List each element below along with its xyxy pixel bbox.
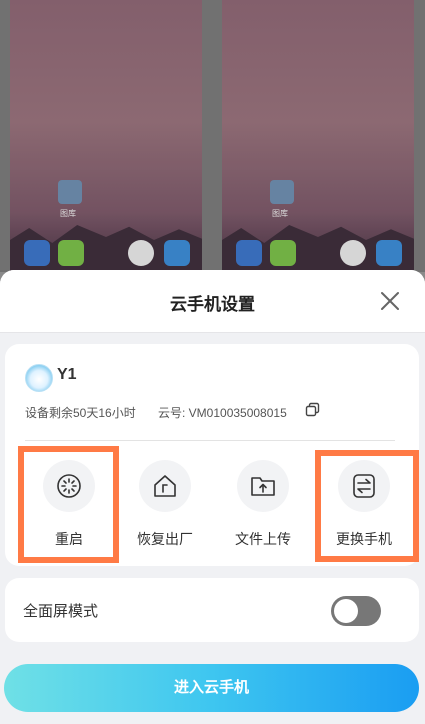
dim-overlay: [0, 0, 425, 272]
fullscreen-card: 全面屏模式: [5, 578, 419, 642]
highlight-box-switch-phone: [315, 450, 419, 562]
close-icon[interactable]: [379, 290, 401, 312]
upload-folder-icon: [251, 477, 275, 496]
copy-icon[interactable]: [305, 402, 320, 417]
factory-reset-icon: [154, 475, 176, 497]
device-avatar: [25, 364, 53, 392]
toggle-knob: [334, 599, 358, 623]
device-name: Y1: [57, 366, 77, 383]
factory-reset-button[interactable]: 恢复出厂: [115, 460, 215, 550]
sheet-title: 云手机设置: [170, 295, 255, 314]
fullscreen-label: 全面屏模式: [23, 603, 99, 620]
fullscreen-toggle[interactable]: [331, 596, 381, 626]
highlight-box-restart: [18, 446, 119, 563]
device-card: Y1 设备剩余50天16小时 云号: VM010035008015 重启 恢复出…: [5, 344, 419, 566]
remaining-time: 设备剩余50天16小时: [25, 406, 136, 420]
cloud-id: 云号: VM010035008015: [158, 406, 287, 420]
settings-sheet: 云手机设置 Y1 设备剩余50天16小时 云号: VM010035008015: [0, 270, 425, 724]
file-upload-button[interactable]: 文件上传: [213, 460, 313, 550]
phone-preview-area: 图库 图库: [0, 0, 425, 272]
sheet-header: 云手机设置: [0, 270, 425, 333]
divider: [25, 440, 395, 441]
enter-cloud-phone-button[interactable]: 进入云手机: [4, 664, 419, 712]
factory-reset-label: 恢复出厂: [137, 531, 193, 547]
file-upload-label: 文件上传: [235, 531, 291, 547]
